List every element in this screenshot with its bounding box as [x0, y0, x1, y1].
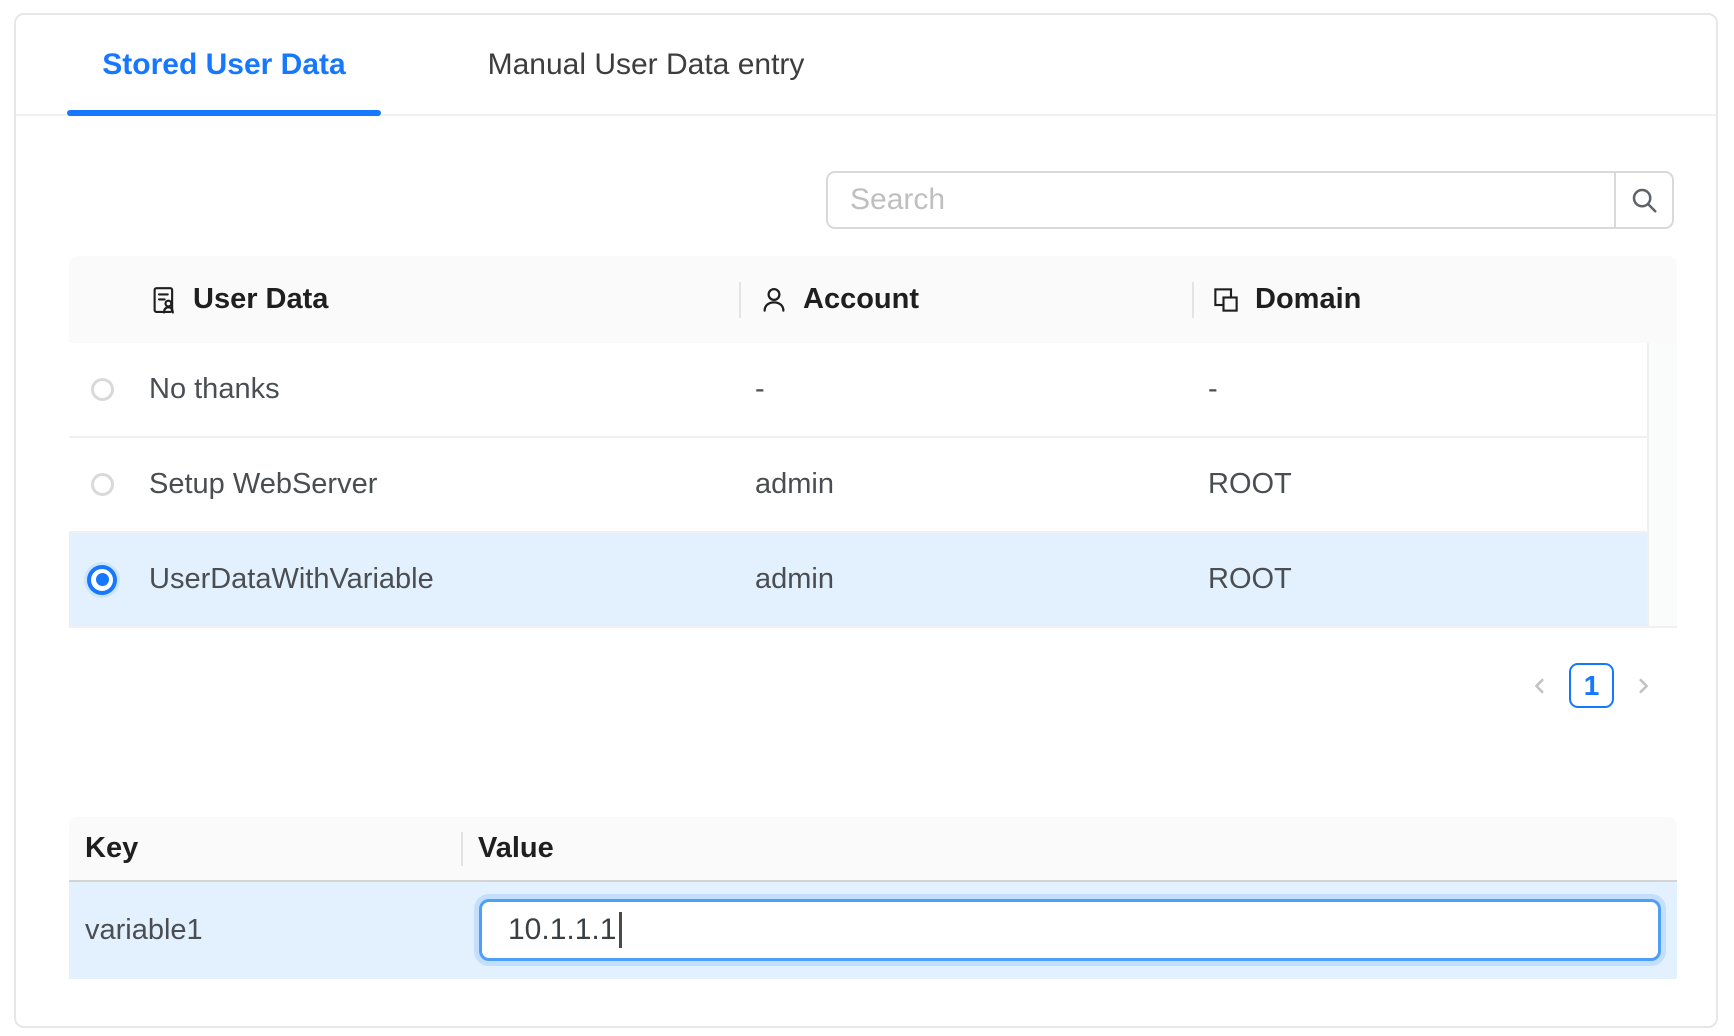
header-label-account: Account [803, 283, 919, 316]
header-cell-account: Account [759, 256, 919, 343]
chevron-left-icon [1529, 675, 1551, 697]
page-1-button[interactable]: 1 [1569, 663, 1614, 708]
variables-table: Key Value variable1 10.1.1.1 [69, 817, 1677, 979]
value-input[interactable]: 10.1.1.1 [479, 899, 1661, 961]
table-row[interactable]: Setup WebServer admin ROOT [69, 438, 1647, 533]
header-label-user-data: User Data [193, 283, 328, 316]
variables-header-row: Key Value [69, 817, 1677, 882]
tab-manual-user-data-entry[interactable]: Manual User Data entry [475, 15, 817, 114]
cell-domain: ROOT [1208, 438, 1292, 531]
column-separator [461, 832, 463, 866]
user-data-panel: Stored User Data Manual User Data entry [14, 13, 1718, 1028]
header-cell-domain: Domain [1211, 256, 1361, 343]
text-caret [619, 912, 622, 948]
pagination-prev-button[interactable] [1527, 663, 1553, 708]
person-icon [759, 285, 789, 315]
header-cell-value: Value [478, 817, 554, 880]
radio-dot [96, 573, 109, 586]
column-separator [1192, 282, 1194, 318]
variable-key-cell: variable1 [85, 882, 203, 979]
tab-stored-user-data[interactable]: Stored User Data [67, 15, 381, 114]
variable-row: variable1 10.1.1.1 [69, 882, 1677, 979]
cell-user-data: Setup WebServer [149, 438, 377, 531]
search-input[interactable] [826, 171, 1616, 229]
radio-button[interactable] [69, 343, 135, 436]
radio-checked-icon [87, 565, 117, 595]
tab-bar: Stored User Data Manual User Data entry [16, 15, 1716, 116]
radio-unchecked-icon [91, 473, 114, 496]
cell-user-data: UserDataWithVariable [149, 533, 434, 626]
radio-button[interactable] [69, 533, 135, 626]
header-cell-key: Key [85, 817, 138, 880]
search-bar [826, 171, 1674, 229]
table-header-row: User Data Account [69, 256, 1677, 343]
value-input-text: 10.1.1.1 [508, 913, 616, 947]
cell-user-data: No thanks [149, 343, 280, 436]
pagination: 1 [1527, 663, 1656, 708]
chevron-right-icon [1632, 675, 1654, 697]
table-row[interactable]: No thanks - - [69, 343, 1647, 438]
table-scrollbar-gutter[interactable] [1647, 343, 1677, 628]
header-label-domain: Domain [1255, 283, 1361, 316]
cell-domain: ROOT [1208, 533, 1292, 626]
search-button[interactable] [1614, 171, 1674, 229]
cell-account: - [755, 343, 765, 436]
active-tab-ink-bar [67, 110, 381, 116]
cell-account: admin [755, 533, 834, 626]
search-icon [1629, 185, 1659, 215]
radio-unchecked-icon [91, 378, 114, 401]
column-separator [739, 282, 741, 318]
domain-blocks-icon [1211, 285, 1241, 315]
cell-account: admin [755, 438, 834, 531]
cell-domain: - [1208, 343, 1218, 436]
table-row-selected[interactable]: UserDataWithVariable admin ROOT [69, 533, 1647, 628]
pagination-next-button[interactable] [1630, 663, 1656, 708]
header-cell-user-data: User Data [149, 256, 328, 343]
user-data-table: User Data Account [69, 256, 1677, 628]
radio-button[interactable] [69, 438, 135, 531]
user-data-document-icon [149, 285, 179, 315]
